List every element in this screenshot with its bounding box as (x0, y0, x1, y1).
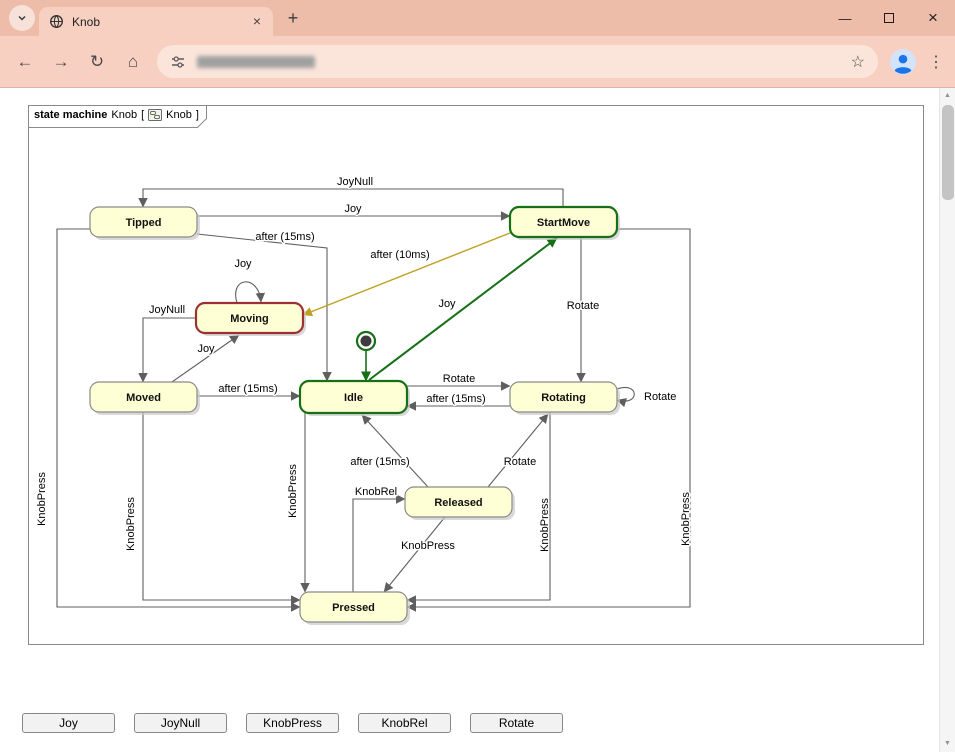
state-label: Rotating (541, 392, 586, 404)
event-button-joy[interactable]: Joy (22, 713, 115, 733)
transition-label: Rotate (567, 300, 599, 312)
state-label: Released (434, 497, 482, 509)
scrollbar-thumb[interactable] (942, 105, 954, 200)
redacted-url-text (197, 56, 315, 68)
transition-label: JoyNull (149, 304, 185, 316)
bookmark-star-icon[interactable]: ☆ (851, 52, 865, 72)
state-label: Moved (126, 392, 161, 404)
transition-label: KnobPress (401, 540, 455, 552)
event-button-knobpress[interactable]: KnobPress (246, 713, 339, 733)
page-content: Tipped StartMove Moving Moved Idle Rotating Re… (0, 88, 955, 752)
scrollbar[interactable]: ▲ ▼ (939, 88, 955, 752)
menu-kebab-icon[interactable]: ⋮ (925, 52, 947, 72)
initial-state-dot (361, 336, 372, 347)
state-label: Pressed (332, 602, 375, 614)
close-button[interactable]: × (911, 0, 955, 36)
chevron-down-icon (16, 12, 28, 24)
frame-ref-name: Knob (166, 109, 192, 121)
frame-keyword: state machine (34, 109, 107, 121)
state-label: Moving (230, 313, 269, 325)
transition-label: KnobPress (36, 472, 48, 526)
refresh-button[interactable]: ↻ (80, 45, 114, 79)
window-controls: — × (823, 0, 955, 36)
forward-button[interactable]: → (44, 45, 78, 79)
transition-label: after (15ms) (255, 231, 314, 243)
minimize-button[interactable]: — (823, 0, 867, 36)
transition-label: after (15ms) (426, 393, 485, 405)
frame-title: state machine Knob [ Knob ] (34, 109, 199, 121)
frame-bracket-close: ] (196, 109, 199, 121)
state-machine-diagram: Tipped StartMove Moving Moved Idle Rotating Re… (0, 88, 939, 688)
tab-close-icon[interactable]: × (249, 14, 265, 30)
transition-label: KnobPress (125, 497, 137, 551)
transition-label: Joy (438, 298, 456, 310)
transition-label: Rotate (644, 391, 676, 403)
event-button-knobrel[interactable]: KnobRel (358, 713, 451, 733)
address-bar[interactable]: ☆ (157, 45, 878, 78)
transition-label: KnobRel (355, 486, 397, 498)
frame-bracket-open: [ (141, 109, 144, 121)
transition-label: KnobPress (287, 464, 299, 518)
event-button-bar: Joy JoyNull KnobPress KnobRel Rotate (22, 713, 563, 733)
transition-label: Rotate (443, 373, 475, 385)
state-label: StartMove (537, 217, 590, 229)
event-button-joynull[interactable]: JoyNull (134, 713, 227, 733)
transition-label: Joy (344, 203, 362, 215)
scroll-up-arrow[interactable]: ▲ (940, 88, 955, 104)
transition-label: Rotate (504, 456, 536, 468)
state-label: Tipped (126, 217, 162, 229)
statechart-icon (148, 109, 162, 121)
home-button[interactable]: ⌂ (116, 45, 150, 79)
transition-label: Joy (234, 258, 252, 270)
transition-label: KnobPress (680, 492, 692, 546)
site-settings-icon[interactable] (170, 54, 186, 70)
new-tab-button[interactable]: + (279, 4, 307, 32)
transition-label: JoyNull (337, 176, 373, 188)
frame-name: Knob (111, 109, 137, 121)
browser-window: Knob × + — × ← → ↻ ⌂ ☆ ⋮ (0, 0, 955, 752)
transition-label: after (15ms) (350, 456, 409, 468)
transition-label: KnobPress (539, 498, 551, 552)
maximize-button[interactable] (867, 0, 911, 36)
maximize-icon (884, 13, 894, 23)
event-button-rotate[interactable]: Rotate (470, 713, 563, 733)
transition-label: Joy (197, 343, 215, 355)
tab-title: Knob (72, 15, 241, 29)
transition-label: after (15ms) (218, 383, 277, 395)
scroll-down-arrow[interactable]: ▼ (940, 736, 955, 752)
profile-avatar[interactable] (890, 49, 916, 75)
browser-toolbar: ← → ↻ ⌂ ☆ ⋮ (0, 36, 955, 88)
diagram-frame (29, 106, 924, 645)
transition-label: after (10ms) (370, 249, 429, 261)
tab-search-button[interactable] (9, 5, 35, 31)
browser-tab[interactable]: Knob × (39, 7, 273, 36)
back-button[interactable]: ← (8, 45, 42, 79)
site-favicon-icon (49, 14, 64, 29)
state-label: Idle (344, 392, 363, 404)
tab-strip: Knob × + — × (0, 0, 955, 36)
